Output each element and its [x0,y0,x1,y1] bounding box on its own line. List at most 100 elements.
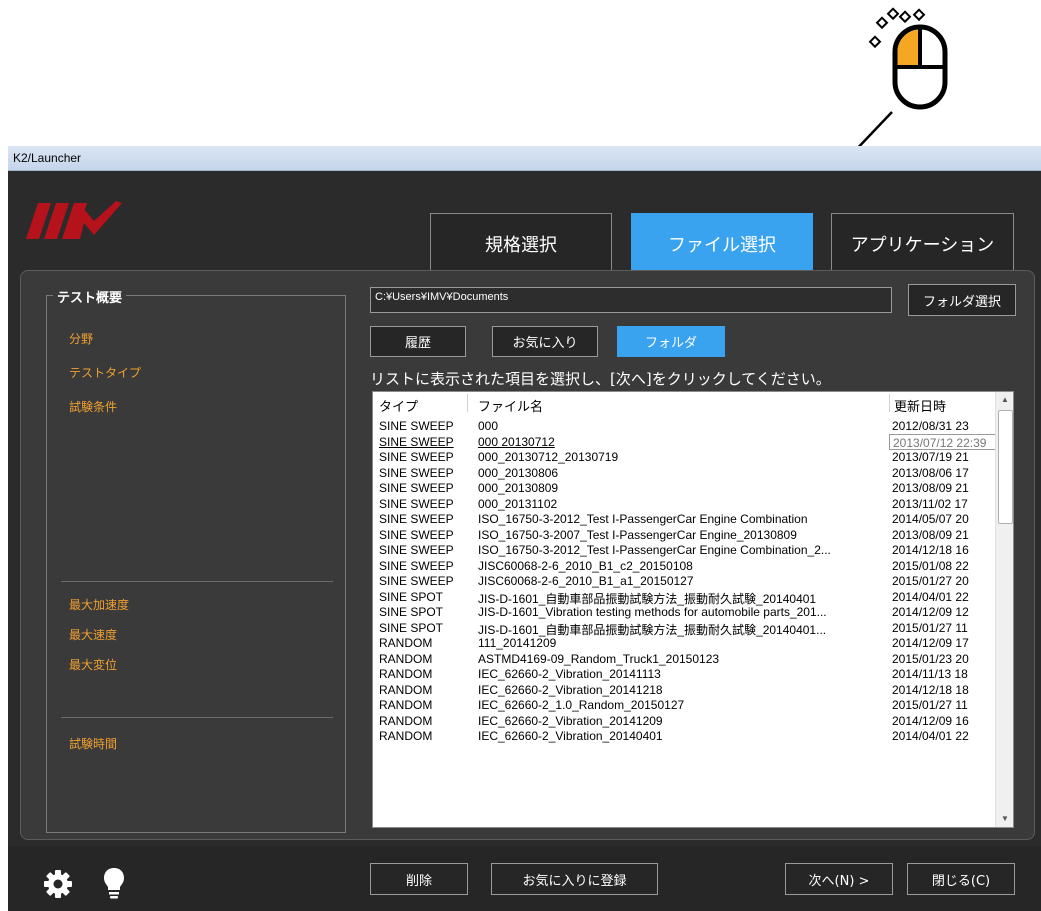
launcher-window: K2/Launcher 規格選択 ファイル選択 アプリケーション テスト概要 分… [8,146,1041,911]
row-updated: 2014/12/18 16 [892,543,969,557]
field-label: 分野 [69,332,94,346]
list-row[interactable]: RANDOM IEC_62660-2_1.0_Random_20150127 201… [373,697,995,713]
row-filename: 000 20130712 [478,434,555,449]
row-updated: 2015/01/27 11 [892,698,968,712]
row-type: SINE SWEEP [379,450,454,464]
test-type-label: テストタイプ [69,366,142,380]
list-row[interactable]: SINE SWEEP 000_20130712_20130719 2013/07/1… [373,449,995,465]
main-panel: テスト概要 分野 テストタイプ 試験条件 最大加速度 最大速度 最大変位 試験時… [20,270,1035,840]
row-filename: IEC_62660-2_Vibration_20141113 [478,667,661,681]
row-filename: 000_20130712_20130719 [478,450,619,464]
date-tooltip: 2013/07/12 22:39 [889,434,1010,450]
list-row[interactable]: RANDOM IEC_62660-2_Vibration_20141113 2014… [373,666,995,682]
row-filename: IEC_62660-2_Vibration_20140401 [478,729,663,743]
row-updated: 2015/01/27 11 [892,620,968,635]
row-type: SINE SPOT [379,589,444,604]
window-title: K2/Launcher [13,151,82,165]
test-condition-label: 試験条件 [69,400,118,414]
row-filename: 000_20130806 [478,465,559,480]
row-filename: JISC60068-2-6_2010_B1_a1_20150127 [478,574,694,588]
delete-button[interactable]: 削除 [370,863,468,895]
list-row[interactable]: SINE SWEEP ISO_16750-3-2007_Test I-Passen… [373,527,995,543]
list-scrollbar[interactable]: ▲ ▼ [995,392,1013,827]
scroll-down-arrow-icon[interactable]: ▼ [996,811,1013,827]
list-header: タイプ ファイル名 更新日時 [373,392,995,415]
list-row[interactable]: RANDOM IEC_62660-2_Vibration_20141218 2014… [373,682,995,698]
list-row[interactable]: SINE SPOT JIS-D-1601_Vibration testing me… [373,604,995,620]
row-filename: 000_20131102 [478,496,558,511]
tab-application[interactable]: アプリケーション [831,213,1014,275]
row-updated: 2013/11/02 17 [892,496,968,511]
list-rows: SINE SWEEP 000 2012/08/31 23 SINE SWEEP 000 … [373,418,995,744]
max-velocity-label: 最大速度 [69,628,118,642]
footer: 削除 お気に入りに登録 次へ(N) > 閉じる(C) [8,846,1041,911]
list-row[interactable]: SINE SPOT JIS-D-1601_自動車部品振動試験方法_振動耐久試験_2… [373,589,995,606]
list-row[interactable]: RANDOM IEC_62660-2_Vibration_20141209 2014… [373,713,995,729]
tab-folder[interactable]: フォルダ [617,326,725,357]
row-type: SINE SWEEP [379,465,454,480]
close-button[interactable]: 閉じる(C) [907,863,1015,895]
list-row[interactable]: SINE SWEEP ISO_16750-3-2012_Test I-Passen… [373,542,995,558]
list-row[interactable]: RANDOM 111_20141209 2014/12/09 17 [373,635,995,651]
divider [61,717,333,718]
list-row[interactable]: SINE SWEEP 000 2012/08/31 23 [373,418,995,434]
instruction-text: リストに表示された項目を選択し、[次へ]をクリックしてください。 [370,370,831,388]
row-type: RANDOM [379,713,433,728]
list-row[interactable]: SINE SWEEP 000_20130809 2013/08/09 21 [373,480,995,496]
tab-standard-select[interactable]: 規格選択 [430,213,612,275]
scroll-thumb[interactable] [998,410,1013,524]
row-type: SINE SWEEP [379,481,454,495]
row-filename: IEC_62660-2_Vibration_20141209 [478,713,663,728]
scroll-up-arrow-icon[interactable]: ▲ [996,392,1013,408]
column-header-updated[interactable]: 更新日時 [894,396,946,415]
list-row[interactable]: RANDOM IEC_62660-2_Vibration_20140401 2014… [373,728,995,744]
row-updated: 2013/08/09 21 [892,481,969,495]
row-filename: ISO_16750-3-2012_Test I-PassengerCar Eng… [478,543,831,557]
row-updated: 2014/12/18 18 [892,682,969,697]
folder-select-button[interactable]: フォルダ選択 [908,284,1016,316]
row-updated: 2013/07/19 21 [892,450,969,464]
list-row[interactable]: SINE SWEEP JISC60068-2-6_2010_B1_a1_20150… [373,573,995,589]
imv-logo [26,201,122,239]
folder-path-field[interactable]: C:¥Users¥IMV¥Documents [370,287,892,313]
mouse-icon [892,24,948,110]
row-type: SINE SPOT [379,605,444,619]
tab-file-select[interactable]: ファイル選択 [631,213,813,275]
row-updated: 2014/04/01 22 [892,729,969,743]
row-filename: IEC_62660-2_1.0_Random_20150127 [478,698,685,712]
tab-history[interactable]: 履歴 [370,326,466,357]
list-row[interactable]: SINE SWEEP 000_20131102 2013/11/02 17 [373,496,995,512]
file-list[interactable]: タイプ ファイル名 更新日時 SINE SWEEP 000 2012/08/31 2… [372,391,1014,828]
row-updated: 2014/12/09 16 [892,713,969,728]
row-type: SINE SWEEP [379,527,454,542]
row-filename: IEC_62660-2_Vibration_20141218 [478,682,663,697]
row-type: RANDOM [379,667,433,681]
row-filename: ISO_16750-3-2012_Test I-PassengerCar Eng… [478,512,808,526]
row-filename: 000_20130809 [478,481,559,495]
list-row[interactable]: RANDOM ASTMD4169-09_Random_Truck1_2015012… [373,651,995,667]
title-bar: K2/Launcher [8,146,1041,171]
next-button[interactable]: 次へ(N) > [785,863,893,895]
row-filename: ASTMD4169-09_Random_Truck1_20150123 [478,651,720,666]
list-row[interactable]: SINE SPOT JIS-D-1601_自動車部品振動試験方法_振動耐久試験_2… [373,620,995,637]
row-filename: JISC60068-2-6_2010_B1_c2_20150108 [478,558,693,573]
row-updated: 2013/08/09 21 [892,527,969,542]
row-updated: 2014/12/09 12 [892,605,969,619]
row-filename: ISO_16750-3-2007_Test I-PassengerCar Eng… [478,527,797,542]
row-type: SINE SWEEP [379,434,454,449]
column-header-type[interactable]: タイプ [379,396,418,415]
column-header-filename[interactable]: ファイル名 [478,396,543,415]
max-acceleration-label: 最大加速度 [69,598,130,612]
gear-icon[interactable] [42,868,74,900]
row-updated: 2015/01/27 20 [892,574,969,588]
row-type: SINE SWEEP [379,496,454,511]
row-updated: 2014/04/01 22 [892,589,969,604]
list-row[interactable]: SINE SWEEP 000_20130806 2013/08/06 17 [373,465,995,481]
lightbulb-icon[interactable] [102,866,126,900]
row-type: SINE SWEEP [379,558,454,573]
row-type: RANDOM [379,698,433,712]
list-row[interactable]: SINE SWEEP ISO_16750-3-2012_Test I-Passen… [373,511,995,527]
list-row[interactable]: SINE SWEEP JISC60068-2-6_2010_B1_c2_20150… [373,558,995,574]
add-favorite-button[interactable]: お気に入りに登録 [491,863,658,895]
tab-favorites[interactable]: お気に入り [492,326,598,357]
